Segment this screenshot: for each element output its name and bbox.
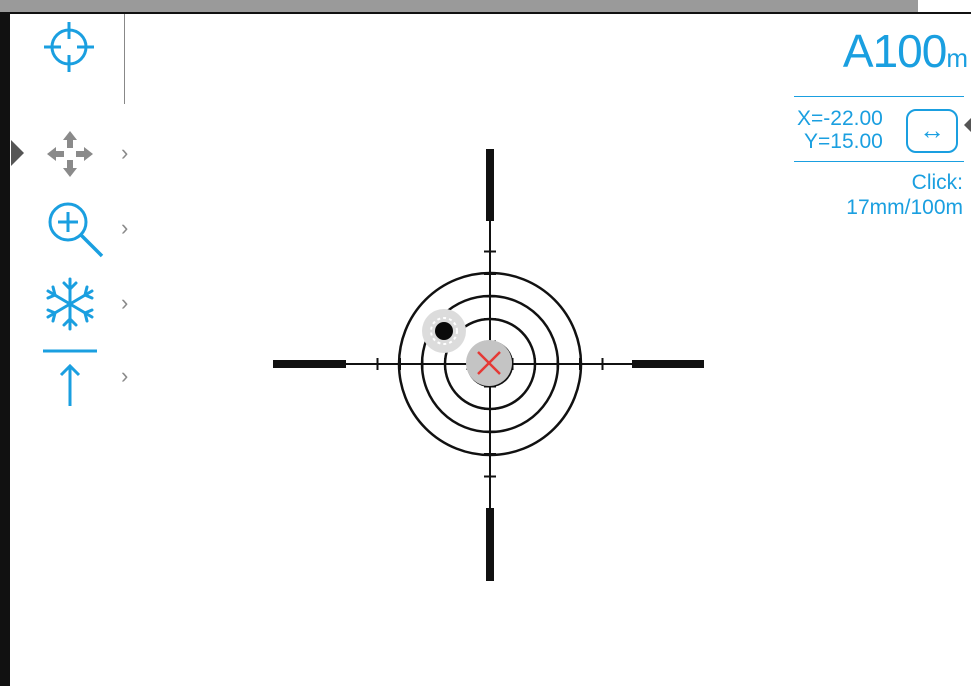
reticle[interactable] bbox=[0, 0, 971, 686]
impact-point bbox=[435, 322, 453, 340]
post-right bbox=[632, 360, 704, 368]
post-bottom bbox=[486, 508, 494, 581]
post-top bbox=[486, 149, 494, 221]
post-left bbox=[273, 360, 346, 368]
